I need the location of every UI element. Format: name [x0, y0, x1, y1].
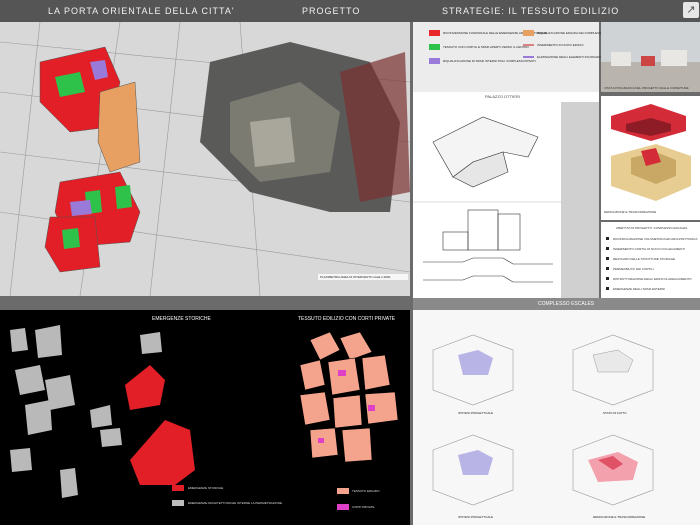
legend-text: ELIMINAZIONE DEGLI ELEMENTI INCONGRUI [537, 55, 602, 59]
legend-swatch [523, 56, 534, 58]
analysis-maps: EMERGENZE STORICHE TESSUTO EDILIZIO CON … [0, 310, 410, 525]
objective-item: INSERIMENTO CORTILI DI NUOVI COLLEGAMENT… [613, 247, 685, 251]
objective-item: RISTRUTTURAZIONE DEGLI EDIFICI E ADEGUAM… [613, 277, 692, 281]
page-title: LA PORTA ORIENTALE DELLA CITTA' [48, 6, 235, 16]
legend-text: INSERIMENTO DI NUOVI EDIFICI [537, 43, 584, 47]
emergenze-title: EMERGENZE STORICHE [152, 316, 211, 322]
palazzo-drawings [413, 102, 561, 298]
map-caption: PLANIMETRIA AREA DI INTERVENTO scala 1:2… [320, 275, 391, 279]
legend-swatch [523, 30, 534, 36]
strategy-title: STRATEGIE: IL TESSUTO EDILIZIO [442, 6, 620, 16]
objective-item: RICONFIGURAZIONE VOLUMETRICA ED ARCHITET… [613, 237, 698, 241]
tessuto-title: TESSUTO EDILIZIO CON CORTI PRIVATE [298, 316, 396, 322]
legend-swatch [429, 30, 440, 36]
section-title: PROGETTO [302, 6, 361, 16]
site-plan-map: PLANIMETRIA AREA DI INTERVENTO scala 1:2… [0, 22, 410, 296]
axon-caption: IPOTESI PROGETTUALE [458, 411, 494, 415]
palazzo-title: PALAZZO OTTIERI [485, 94, 520, 99]
bullet-icon [606, 277, 609, 280]
model-caption: DEMOLIZIONE E TRASFORMAZIONE [604, 210, 657, 214]
objective-item: EMERGENZE DEGLI SPAZI ESTERNI [613, 287, 665, 291]
emergenze-legend-text: EMERGENZE STORICHE [188, 486, 224, 490]
bullet-icon [606, 287, 609, 290]
axonometric-drawings: IPOTESI PROGETTUALE STATO DI FATTO IPOTE… [413, 310, 700, 525]
legend-swatch [429, 44, 440, 50]
objectives-title: OBIETTIVI DI PROGETTO: COMPLESSO ESCALES [616, 226, 688, 230]
massing-model [601, 96, 700, 220]
legend-text: RIQUALIFICAZIONE EDILIZIA DEI COMPLESSI [537, 31, 603, 35]
bullet-icon [606, 237, 609, 240]
bullet-icon [606, 267, 609, 270]
complesso-title: COMPLESSO ESCALES [538, 301, 595, 307]
emergenze-legend-text: EMERGENZE ARCHITETTONICHE INTERNE LA PER… [188, 501, 282, 505]
legend-text: RIQUALIFICAZIONE DI SPAZI INTERNI TRA I … [443, 59, 536, 63]
axon-caption: STATO DI FATTO [603, 411, 627, 415]
expand-arrow-icon[interactable]: ↗ [683, 2, 699, 18]
objective-item: PERMEABILITA' DEI CORTILI [613, 267, 654, 271]
tessuto-legend-text: TESSUTO EDILIZIO [352, 489, 380, 493]
objective-item: RESTAURO DELLE STRUTTURE STORICHE [613, 257, 676, 261]
axon-caption: DEMOLIZIONE E TRASFORMAZIONE [593, 515, 646, 519]
bullet-icon [606, 247, 609, 250]
bullet-icon [606, 257, 609, 260]
legend-swatch [523, 44, 534, 46]
axon-caption: IPOTESI PROGETTUALE [458, 515, 494, 519]
legend-text: TESSUTO CON CORTILI E SPAZI APERTI VERSO… [443, 45, 529, 49]
strategy-legend: RICONVERSIONE FUNZIONALE DELLE EMERGENZE… [413, 22, 603, 92]
tessuto-legend-text: CORTI PRIVATE [352, 505, 375, 509]
side-margin [561, 102, 599, 298]
legend-swatch [429, 58, 440, 64]
rooftop-photo [601, 22, 700, 92]
photo-caption: VISTA FOTOGRAFICA DEL PROGETTO DALLE COP… [604, 86, 689, 90]
